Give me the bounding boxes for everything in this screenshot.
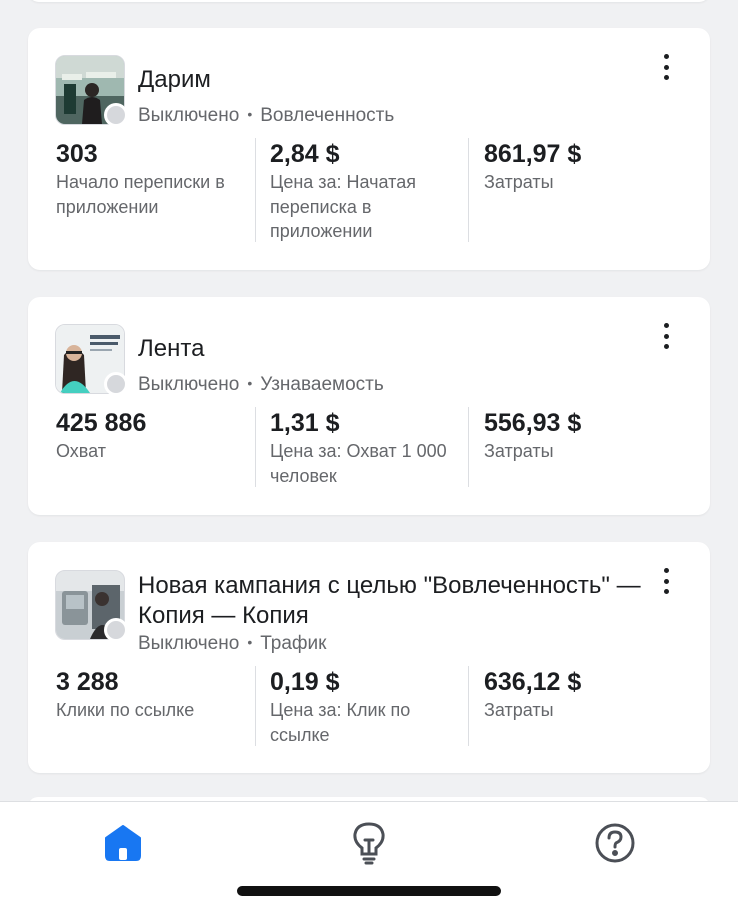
- campaign-card[interactable]: Лента Выключено • Узнаваемость 425 886 Охв…: [28, 297, 710, 515]
- help-icon[interactable]: [592, 820, 638, 866]
- metric-results: 3 288 Клики по ссылке: [56, 667, 251, 723]
- divider: [255, 138, 256, 242]
- metric-cost-per-result: 0,19 $ Цена за: Клик по ссылке: [270, 667, 465, 747]
- campaign-card[interactable]: Дарим Выключено • Вовлеченность 303 Начало…: [28, 28, 710, 270]
- campaign-status: Выключено: [138, 105, 240, 126]
- separator-dot: •: [247, 106, 253, 122]
- metric-value: 556,93 $: [484, 409, 582, 437]
- metric-value: 1,31 $: [270, 409, 340, 437]
- campaign-objective: Вовлеченность: [260, 105, 395, 126]
- campaign-objective: Узнаваемость: [260, 374, 384, 395]
- campaign-name[interactable]: Новая кампания с целью "Вовлеченность" —…: [138, 571, 648, 631]
- metric-value: 3 288: [56, 668, 119, 696]
- metric-label: Клики по ссылке: [56, 700, 195, 720]
- metric-spend: 556,93 $ Затраты: [484, 408, 679, 464]
- campaign-card[interactable]: Новая кампания с целью "Вовлеченность" —…: [28, 542, 710, 773]
- more-vertical-icon[interactable]: [658, 52, 674, 82]
- divider: [468, 138, 469, 242]
- status-indicator: [104, 618, 128, 642]
- campaign-card-partial[interactable]: [28, 0, 710, 2]
- lightbulb-icon[interactable]: [346, 820, 392, 866]
- metric-value: 2,84 $: [270, 140, 340, 168]
- metric-label: Затраты: [484, 700, 554, 720]
- metric-label: Затраты: [484, 172, 554, 192]
- status-indicator: [104, 103, 128, 127]
- separator-dot: •: [247, 375, 253, 391]
- metric-results: 425 886 Охват: [56, 408, 251, 464]
- more-vertical-icon[interactable]: [658, 321, 674, 351]
- metric-label: Начало переписки в приложении: [56, 172, 225, 217]
- campaign-subtitle: Выключено • Вовлеченность: [138, 105, 394, 127]
- metric-label: Охват: [56, 441, 107, 461]
- metric-value: 0,19 $: [270, 668, 340, 696]
- metric-value: 425 886: [56, 409, 147, 437]
- campaign-subtitle: Выключено • Трафик: [138, 633, 326, 655]
- metric-value: 303: [56, 140, 98, 168]
- separator-dot: •: [247, 634, 253, 650]
- metric-label: Цена за: Начатая переписка в приложении: [270, 172, 416, 241]
- metric-label: Цена за: Клик по ссылке: [270, 700, 411, 745]
- campaign-name[interactable]: Дарим: [138, 65, 648, 95]
- metric-label: Затраты: [484, 441, 554, 461]
- campaign-status: Выключено: [138, 374, 240, 395]
- status-indicator: [104, 372, 128, 396]
- campaign-name[interactable]: Лента: [138, 334, 648, 364]
- campaign-status: Выключено: [138, 633, 240, 654]
- metric-cost-per-result: 2,84 $ Цена за: Начатая переписка в прил…: [270, 139, 465, 244]
- metric-results: 303 Начало переписки в приложении: [56, 139, 251, 219]
- divider: [255, 407, 256, 487]
- divider: [255, 666, 256, 746]
- metric-label: Цена за: Охват 1 000 человек: [270, 441, 447, 486]
- metric-value: 636,12 $: [484, 668, 582, 696]
- home-indicator[interactable]: [237, 886, 501, 896]
- metric-cost-per-result: 1,31 $ Цена за: Охват 1 000 человек: [270, 408, 475, 488]
- home-icon[interactable]: [100, 820, 146, 866]
- divider: [468, 666, 469, 746]
- metric-spend: 861,97 $ Затраты: [484, 139, 679, 195]
- more-vertical-icon[interactable]: [658, 566, 674, 596]
- campaign-objective: Трафик: [260, 633, 327, 654]
- metric-value: 861,97 $: [484, 140, 582, 168]
- campaign-subtitle: Выключено • Узнаваемость: [138, 374, 384, 396]
- metric-spend: 636,12 $ Затраты: [484, 667, 679, 723]
- divider: [468, 407, 469, 487]
